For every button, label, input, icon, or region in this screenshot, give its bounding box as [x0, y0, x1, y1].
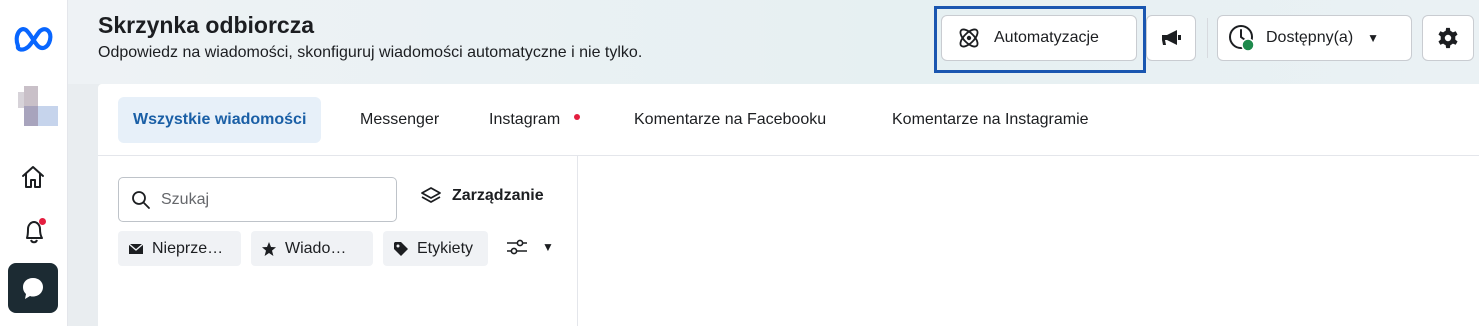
- manage-button[interactable]: Zarządzanie: [420, 186, 544, 206]
- search-input[interactable]: [161, 190, 361, 209]
- conversation-list-pane: Zarządzanie Nieprze… Wiado… Etykiety: [98, 156, 578, 326]
- atom-icon: [959, 28, 979, 48]
- tab-label: Messenger: [360, 111, 440, 128]
- tab-instagram[interactable]: Instagram: [489, 97, 581, 143]
- inbox-nav-button[interactable]: [8, 263, 58, 313]
- tag-icon: [394, 241, 408, 256]
- sliders-icon: [507, 239, 527, 255]
- chip-label: Nieprze…: [152, 239, 224, 257]
- home-icon[interactable]: [20, 164, 46, 190]
- search-icon: [132, 190, 150, 209]
- page-subtitle: Odpowiedz na wiadomości, skonfiguruj wia…: [98, 44, 643, 61]
- notifications-bell-icon[interactable]: [20, 218, 48, 246]
- chip-label: Etykiety: [417, 239, 474, 257]
- tab-label: Wszystkie wiadomości: [133, 111, 307, 128]
- filter-chip-unread[interactable]: Nieprze…: [118, 231, 241, 266]
- filter-options-button[interactable]: ▼: [506, 238, 554, 256]
- gear-icon: [1438, 27, 1458, 49]
- filter-chip-labels[interactable]: Etykiety: [383, 231, 488, 266]
- tab-instagram-comments[interactable]: Komentarze na Instagramie: [892, 97, 1089, 143]
- inbox-panel: Wszystkie wiadomości Messenger Instagram…: [98, 84, 1479, 326]
- chat-bubble-icon: [23, 278, 43, 299]
- layers-icon: [421, 187, 441, 203]
- meta-logo-icon[interactable]: [12, 22, 56, 54]
- page-title: Skrzynka odbiorcza: [98, 12, 315, 38]
- envelope-icon: [128, 242, 144, 254]
- left-rail: [0, 0, 68, 326]
- chevron-down-icon: ▼: [1367, 31, 1380, 45]
- notification-dot: [39, 218, 46, 225]
- manage-label: Zarządzanie: [452, 187, 544, 204]
- account-avatar[interactable]: [18, 86, 60, 128]
- search-box[interactable]: [118, 177, 397, 222]
- tab-all-messages[interactable]: Wszystkie wiadomości: [118, 97, 322, 143]
- tab-label: Komentarze na Instagramie: [892, 111, 1089, 128]
- promote-button[interactable]: [1146, 15, 1196, 61]
- tab-label: Instagram: [489, 111, 561, 128]
- filter-chip-starred[interactable]: Wiado…: [251, 231, 373, 266]
- clock-status-icon: [1228, 24, 1256, 52]
- tab-messenger[interactable]: Messenger: [360, 97, 439, 143]
- availability-label: Dostępny(a): [1266, 29, 1354, 46]
- star-icon: [262, 241, 276, 256]
- chevron-down-icon: ▼: [542, 240, 554, 254]
- tab-label: Komentarze na Facebooku: [634, 111, 827, 128]
- megaphone-icon: [1162, 30, 1181, 45]
- notification-dot: [574, 114, 581, 120]
- chip-label: Wiado…: [285, 239, 347, 257]
- header-divider: [1207, 18, 1208, 58]
- automations-label: Automatyzacje: [994, 29, 1099, 46]
- availability-dropdown[interactable]: Dostępny(a) ▼: [1217, 15, 1412, 61]
- settings-button[interactable]: [1422, 15, 1474, 61]
- channel-tabs: Wszystkie wiadomości Messenger Instagram…: [98, 84, 1479, 156]
- automations-button[interactable]: Automatyzacje: [941, 15, 1137, 61]
- tab-facebook-comments[interactable]: Komentarze na Facebooku: [634, 97, 826, 143]
